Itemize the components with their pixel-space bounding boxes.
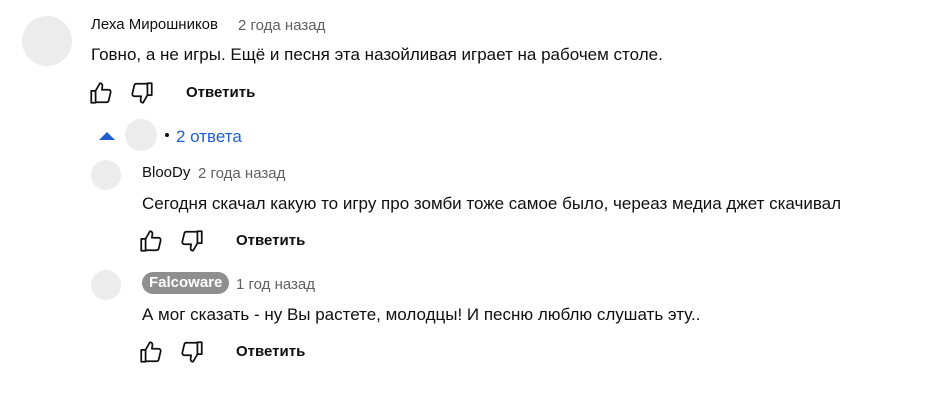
dislike-button[interactable] bbox=[179, 228, 205, 254]
comment-text: Говно, а не игры. Ещё и песня эта назойл… bbox=[91, 45, 663, 64]
thumbs-up-icon bbox=[90, 82, 112, 104]
avatar[interactable] bbox=[91, 160, 121, 190]
reply-author-avatar bbox=[125, 119, 157, 151]
reply-button[interactable]: Ответить bbox=[186, 84, 255, 101]
reply-text: А мог сказать - ну Вы растете, молодцы! … bbox=[142, 305, 701, 324]
like-button[interactable] bbox=[138, 228, 164, 254]
reply-button[interactable]: Ответить bbox=[236, 232, 305, 249]
thumbs-up-icon bbox=[140, 341, 162, 363]
thumbs-up-icon bbox=[140, 230, 162, 252]
dislike-button[interactable] bbox=[129, 80, 155, 106]
reply-time[interactable]: 1 год назад bbox=[236, 276, 315, 293]
reply-button[interactable]: Ответить bbox=[236, 343, 305, 360]
avatar[interactable] bbox=[22, 16, 72, 66]
reply-time[interactable]: 2 года назад bbox=[198, 165, 285, 182]
channel-owner-badge[interactable]: Falcoware bbox=[142, 272, 230, 294]
comment-author[interactable]: Леха Мирошников bbox=[91, 16, 218, 33]
reply-author[interactable]: BlooDy bbox=[142, 164, 190, 181]
thumbs-down-icon bbox=[181, 341, 203, 363]
replies-toggle[interactable]: 2 ответа bbox=[95, 118, 255, 154]
like-button[interactable] bbox=[138, 339, 164, 365]
chevron-up-icon bbox=[99, 132, 115, 140]
like-button[interactable] bbox=[88, 80, 114, 106]
thumbs-down-icon bbox=[181, 230, 203, 252]
thumbs-down-icon bbox=[131, 82, 153, 104]
replies-count[interactable]: 2 ответа bbox=[176, 127, 242, 147]
comment-time[interactable]: 2 года назад bbox=[238, 17, 325, 34]
dislike-button[interactable] bbox=[179, 339, 205, 365]
separator-dot bbox=[165, 133, 169, 137]
avatar[interactable] bbox=[91, 270, 121, 300]
reply-text: Сегодня скачал какую то игру про зомби т… bbox=[142, 194, 842, 213]
